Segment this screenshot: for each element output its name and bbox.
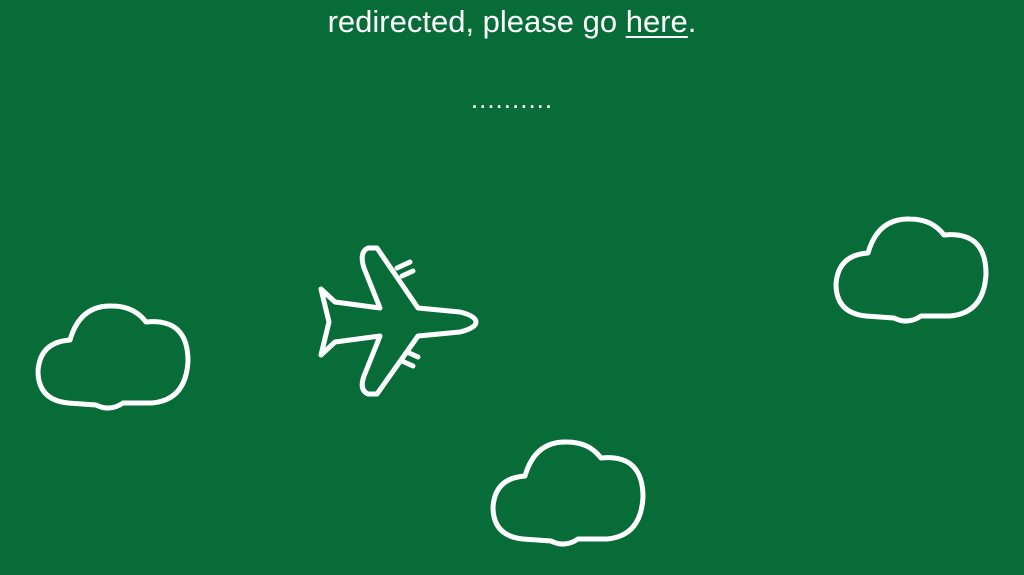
cloud-icon — [833, 216, 989, 324]
cloud-icon — [490, 439, 646, 547]
cloud-icon — [35, 303, 191, 411]
illustration — [35, 216, 989, 547]
airplane-icon — [318, 245, 479, 397]
